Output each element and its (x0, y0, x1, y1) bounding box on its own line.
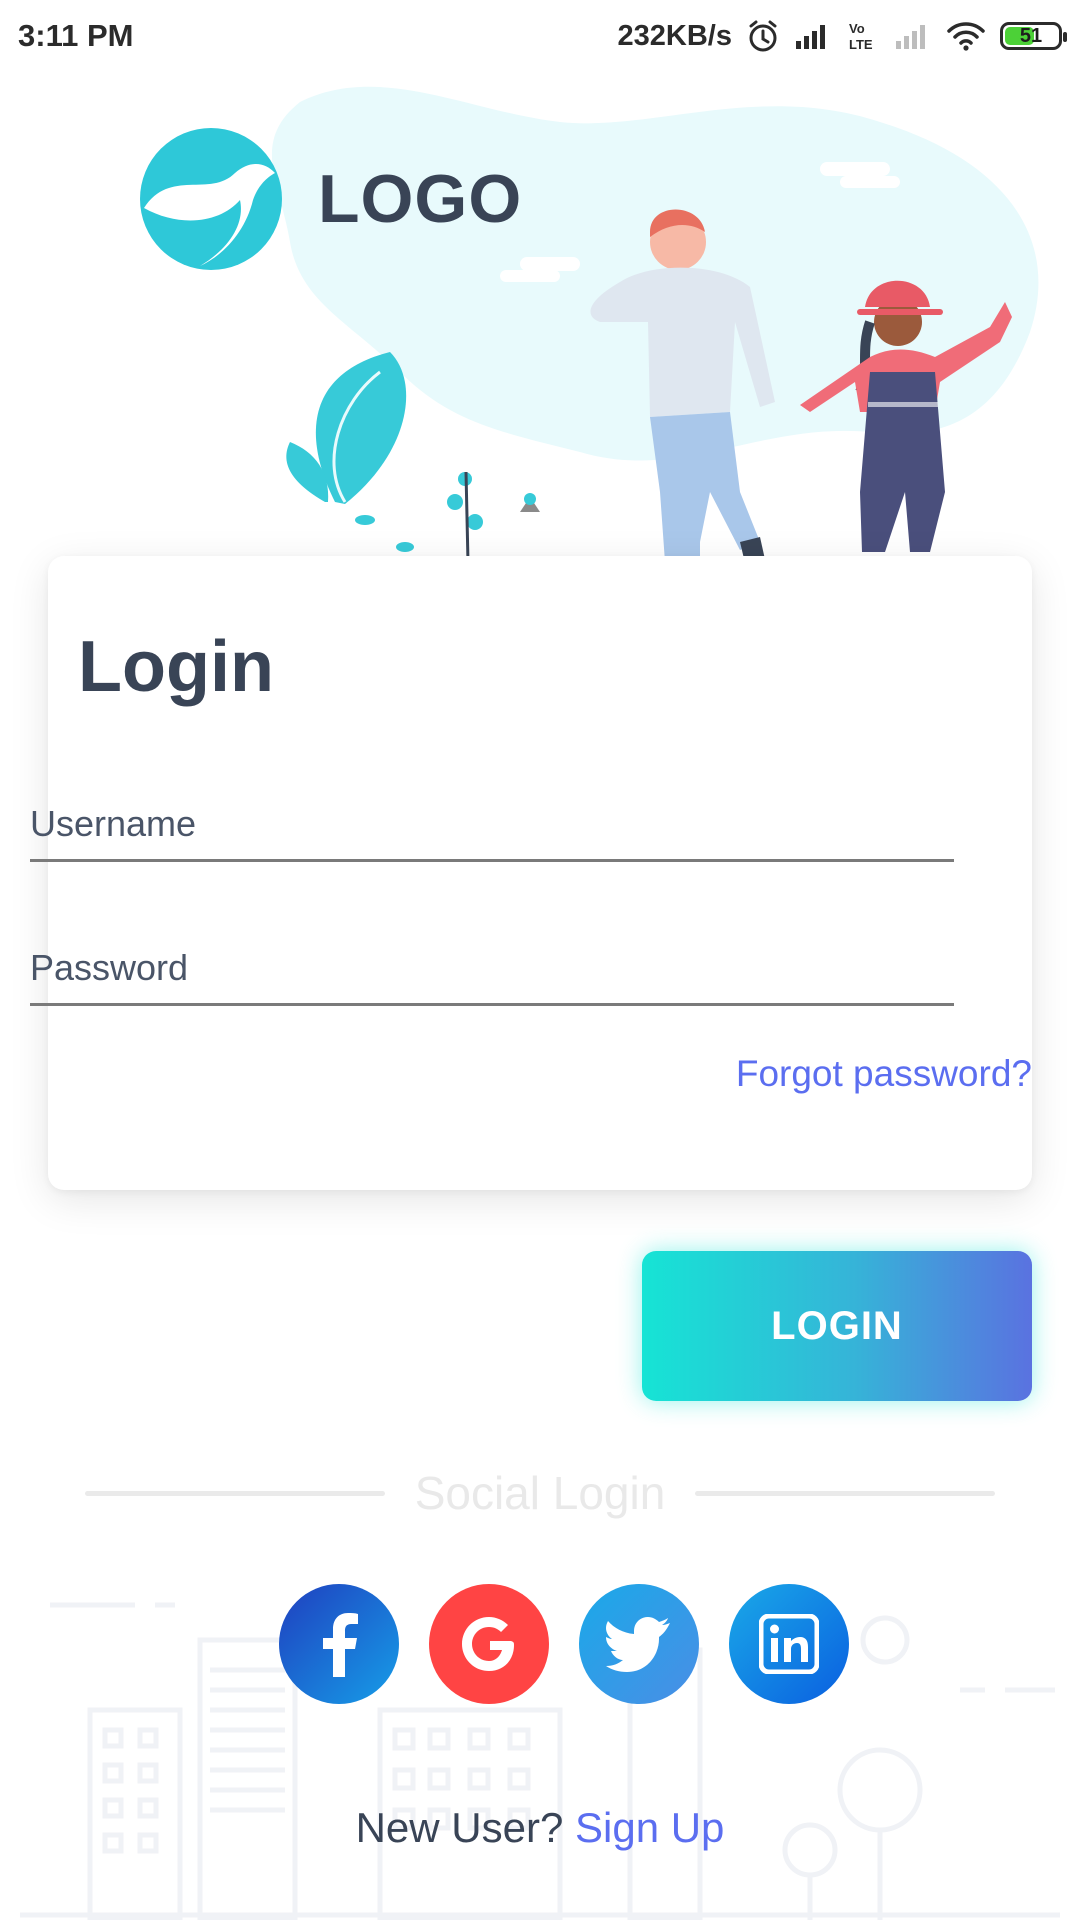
svg-text:LTE: LTE (849, 37, 873, 52)
twitter-icon (606, 1617, 670, 1672)
status-time: 3:11 PM (18, 18, 134, 53)
logo-text: LOGO (318, 161, 523, 237)
login-button[interactable]: LOGIN (642, 1251, 1032, 1401)
username-field (30, 772, 954, 862)
divider-line-right (695, 1490, 996, 1496)
username-input[interactable] (30, 803, 954, 845)
status-bar: 3:11 PM 232KB/s Vo LTE 51 (0, 0, 1080, 72)
divider-line-left (84, 1490, 385, 1496)
volte-icon: Vo LTE (849, 21, 873, 52)
linkedin-button[interactable] (729, 1584, 849, 1704)
battery-icon: 51 (1000, 22, 1067, 50)
google-button[interactable] (429, 1584, 549, 1704)
signup-link[interactable]: Sign Up (575, 1804, 724, 1851)
facebook-button[interactable] (279, 1584, 399, 1704)
linkedin-icon (759, 1614, 819, 1674)
forgot-password-link[interactable]: Forgot password? (736, 1053, 1032, 1095)
social-login-divider: Social Login (0, 1466, 1080, 1520)
password-field (30, 916, 954, 1006)
network-speed: 232KB/s (617, 19, 732, 52)
wifi-icon (947, 22, 985, 51)
battery-level: 51 (1019, 24, 1043, 47)
social-login-title: Social Login (414, 1467, 666, 1519)
facebook-icon (323, 1613, 358, 1677)
login-title: Login (78, 627, 274, 707)
status-icons: 232KB/s Vo LTE 51 (617, 19, 1067, 53)
twitter-button[interactable] (579, 1584, 699, 1704)
alarm-icon (749, 20, 777, 52)
brand-logo: LOGO (140, 128, 522, 270)
google-icon (462, 1617, 514, 1671)
svg-text:Vo: Vo (849, 21, 865, 36)
logo-icon (140, 128, 282, 270)
signal-weak-icon (896, 25, 925, 49)
hero-illustration: LOGO (0, 72, 1080, 584)
new-user-text: New User? (355, 1804, 564, 1851)
signal-icon (796, 25, 825, 49)
signup-prompt: New User? Sign Up (0, 1804, 1080, 1852)
social-buttons (279, 1584, 849, 1704)
password-input[interactable] (30, 947, 954, 989)
login-screen: 3:11 PM 232KB/s Vo LTE 51 LOGO Login Use… (0, 0, 1080, 1920)
